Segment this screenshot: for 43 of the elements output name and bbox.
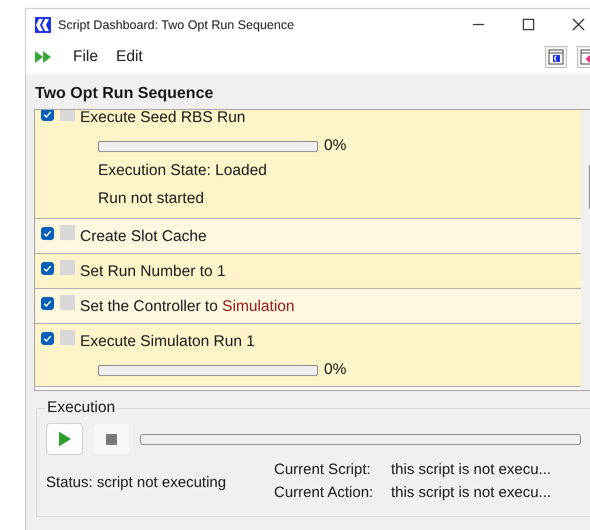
current-action-value: this script is not execu... — [391, 484, 552, 501]
status-square — [60, 295, 75, 310]
double-arrow-icon — [35, 51, 53, 63]
app-logo-icon — [35, 16, 51, 32]
execution-state: Execution State: Loaded — [97, 161, 268, 181]
status-square — [60, 260, 75, 275]
action-row[interactable]: Create Slot Cache — [35, 219, 581, 254]
field-label: Current Action: — [274, 484, 374, 501]
menu-item[interactable]: File — [73, 48, 98, 66]
action-row[interactable]: Execute Seed RBS Run 0% Execution State: Loaded Run not started — [35, 110, 581, 219]
action-row[interactable]: Execute Simulaton Run 1 0% — [35, 324, 581, 387]
status-text: Status: script not executing — [46, 474, 228, 490]
progress-percent: 0% — [324, 137, 346, 155]
progress-percent: 0% — [324, 361, 346, 379]
window-logo-icon[interactable] — [545, 46, 567, 68]
action-label: Create Slot Cache — [80, 227, 207, 247]
action-row[interactable]: Set Run Number to 1 — [35, 254, 581, 289]
maximize-icon[interactable] — [522, 18, 535, 31]
field-label: Current Script: — [274, 461, 372, 478]
status-square — [60, 225, 75, 240]
stop-icon — [106, 434, 117, 444]
status-square — [60, 110, 75, 121]
close-icon[interactable] — [572, 18, 585, 31]
sequence-title: Two Opt Run Sequence — [34, 84, 214, 104]
menu-item[interactable]: Edit — [116, 48, 143, 66]
status-square — [60, 330, 75, 345]
checkbox[interactable] — [41, 110, 54, 121]
action-label: Execute Seed RBS Run — [80, 110, 246, 128]
action-row[interactable]: Set the Controller to Simulation — [35, 289, 581, 324]
checkbox[interactable] — [41, 262, 54, 275]
group-label: Execution — [46, 399, 116, 417]
checkbox[interactable] — [41, 227, 54, 240]
action-label: Set Run Number to 1 — [80, 262, 226, 282]
play-icon — [58, 431, 71, 447]
stop-button[interactable] — [93, 423, 130, 455]
window-title: Script Dashboard: Two Opt Run Sequence — [58, 18, 294, 32]
checkbox[interactable] — [41, 332, 54, 345]
action-label: Set the Controller to Simulation — [80, 297, 295, 317]
action-label: Execute Simulaton Run 1 — [80, 332, 255, 352]
play-button[interactable] — [46, 423, 83, 455]
checkbox[interactable] — [41, 297, 54, 310]
run-status: Run not started — [97, 189, 205, 209]
current-script-value: this script is not execu... — [391, 461, 552, 478]
